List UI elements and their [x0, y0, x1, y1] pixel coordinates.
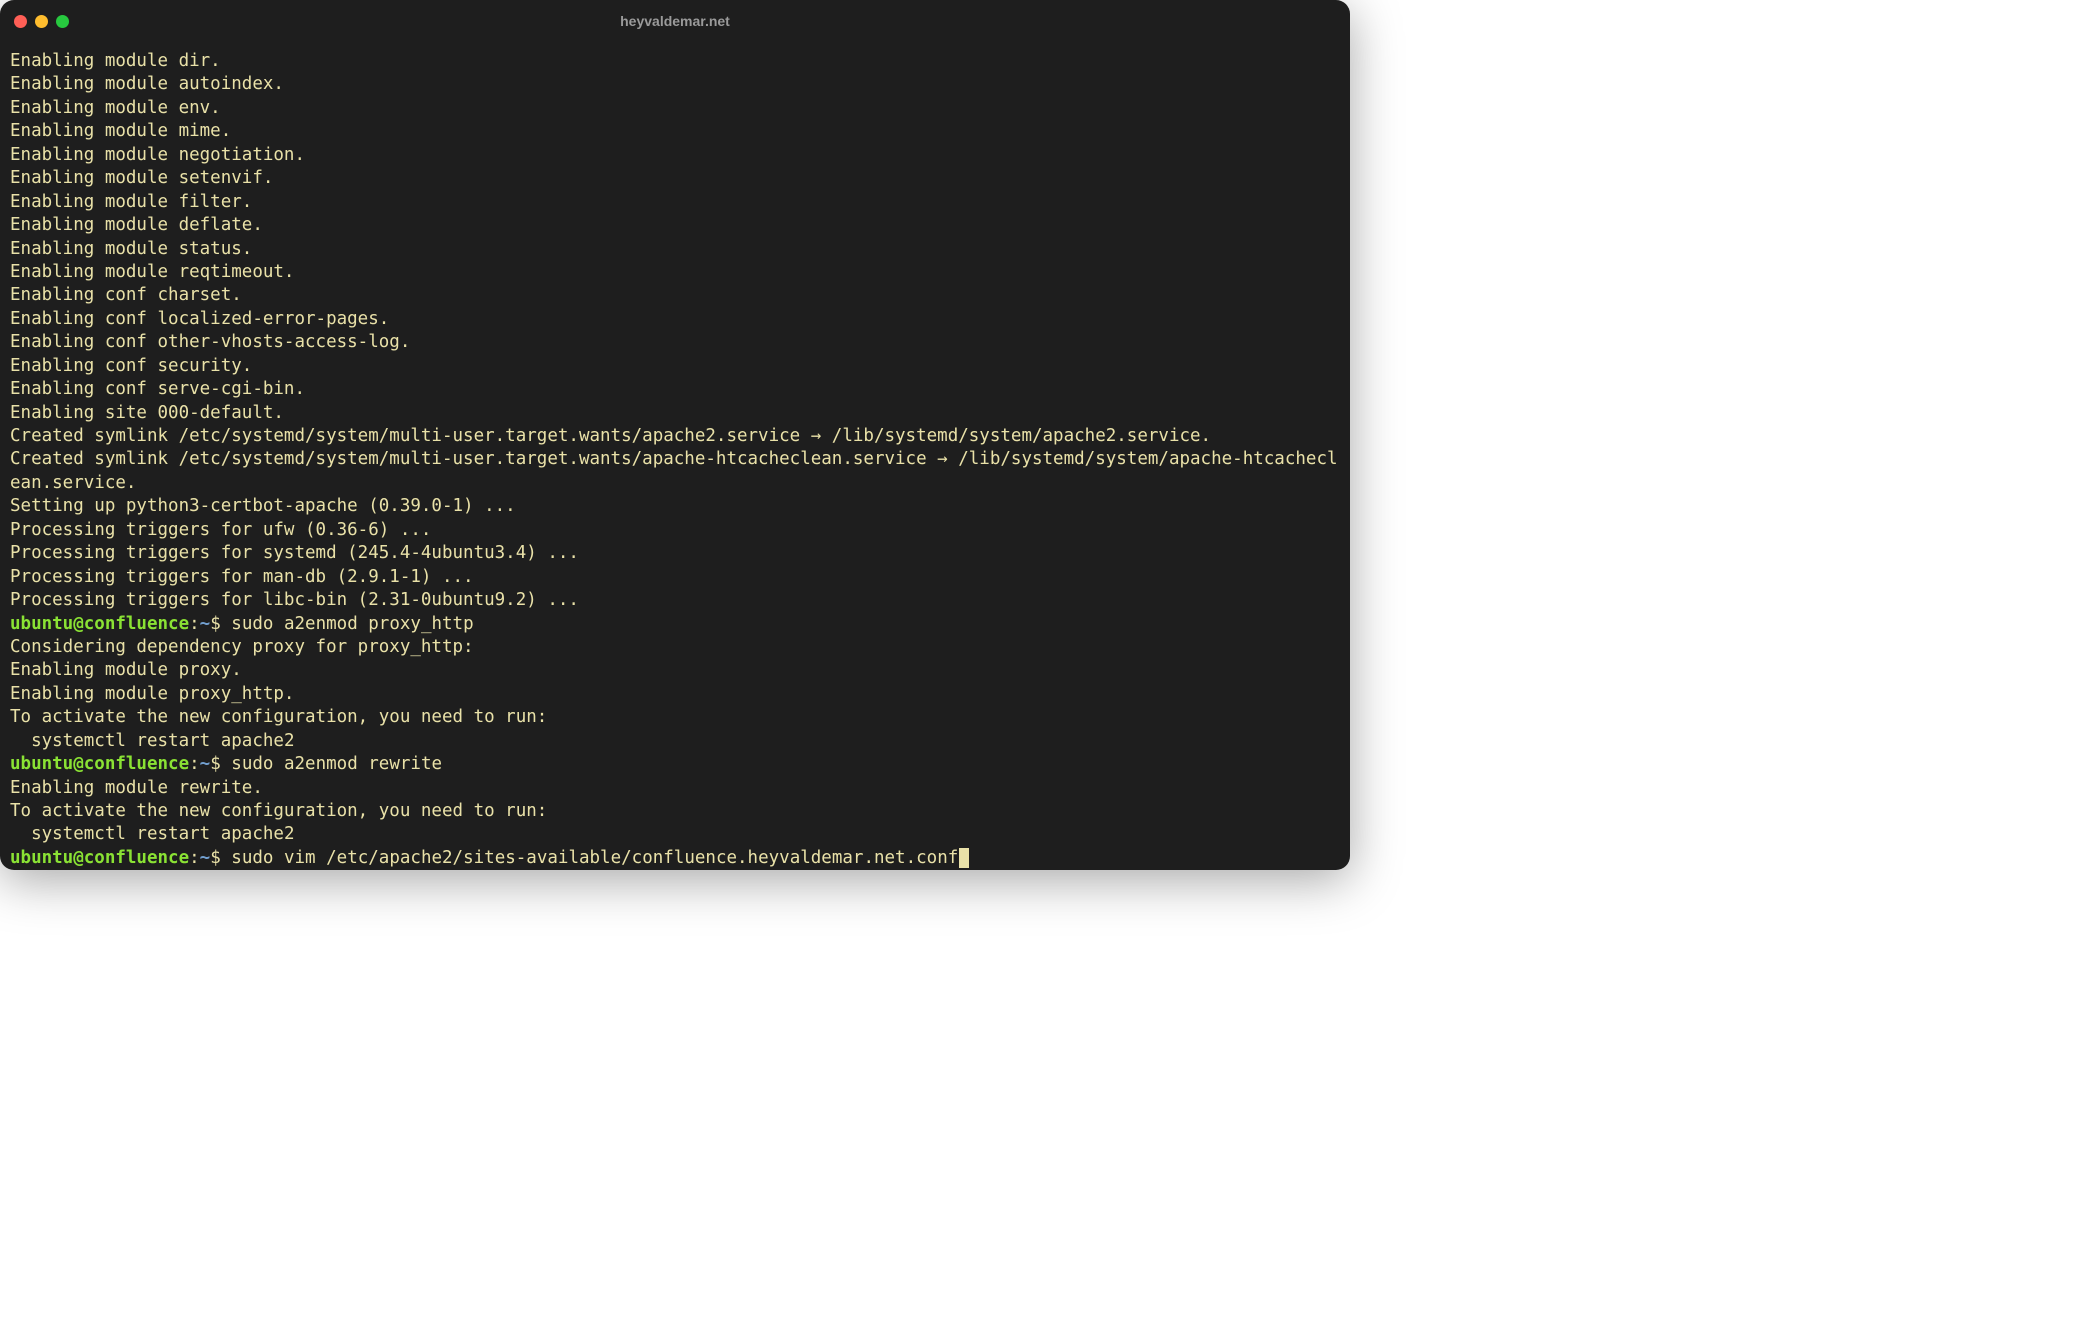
terminal-prompt-line: ubuntu@confluence:~$ sudo a2enmod proxy_…	[10, 613, 1340, 636]
prompt-separator: :	[189, 848, 200, 868]
terminal-cursor	[959, 848, 969, 868]
prompt-separator: :	[189, 754, 200, 774]
terminal-output-line: Enabling module mime.	[10, 120, 1340, 143]
close-icon[interactable]	[14, 15, 27, 28]
terminal-output-line: Processing triggers for systemd (245.4-4…	[10, 542, 1340, 565]
terminal-output-line: Enabling module status.	[10, 238, 1340, 261]
terminal-output-line: Enabling conf other-vhosts-access-log.	[10, 331, 1340, 354]
terminal-output-line: Enabling module env.	[10, 97, 1340, 120]
terminal-output-line: Enabling module dir.	[10, 50, 1340, 73]
prompt-path: ~	[200, 848, 211, 868]
terminal-output-line: Enabling conf security.	[10, 355, 1340, 378]
prompt-user-host: ubuntu@confluence	[10, 754, 189, 774]
terminal-prompt-line: ubuntu@confluence:~$ sudo a2enmod rewrit…	[10, 753, 1340, 776]
terminal-output-line: To activate the new configuration, you n…	[10, 800, 1340, 823]
terminal-output-line: Enabling module rewrite.	[10, 777, 1340, 800]
terminal-output-line: Processing triggers for libc-bin (2.31-0…	[10, 589, 1340, 612]
prompt-separator: :	[189, 614, 200, 634]
window-controls	[14, 15, 69, 28]
prompt-symbol: $	[210, 614, 231, 634]
terminal-prompt-line: ubuntu@confluence:~$ sudo vim /etc/apach…	[10, 847, 1340, 870]
prompt-symbol: $	[210, 754, 231, 774]
terminal-output-line: systemctl restart apache2	[10, 823, 1340, 846]
terminal-output[interactable]: Enabling module dir.Enabling module auto…	[0, 42, 1350, 870]
terminal-output-line: Enabling module reqtimeout.	[10, 261, 1340, 284]
terminal-output-line: Processing triggers for ufw (0.36-6) ...	[10, 519, 1340, 542]
terminal-output-line: Enabling module negotiation.	[10, 144, 1340, 167]
terminal-output-line: Enabling module proxy.	[10, 659, 1340, 682]
terminal-output-line: Enabling conf charset.	[10, 284, 1340, 307]
prompt-path: ~	[200, 754, 211, 774]
command-text: sudo vim /etc/apache2/sites-available/co…	[231, 848, 958, 868]
terminal-output-line: Processing triggers for man-db (2.9.1-1)…	[10, 566, 1340, 589]
minimize-icon[interactable]	[35, 15, 48, 28]
prompt-path: ~	[200, 614, 211, 634]
window-title: heyvaldemar.net	[0, 13, 1350, 29]
terminal-output-line: To activate the new configuration, you n…	[10, 706, 1340, 729]
prompt-user-host: ubuntu@confluence	[10, 614, 189, 634]
prompt-user-host: ubuntu@confluence	[10, 848, 189, 868]
terminal-output-line: Considering dependency proxy for proxy_h…	[10, 636, 1340, 659]
window-titlebar: heyvaldemar.net	[0, 0, 1350, 42]
terminal-output-line: Enabling module proxy_http.	[10, 683, 1340, 706]
terminal-output-line: Enabling module filter.	[10, 191, 1340, 214]
terminal-output-line: Enabling conf localized-error-pages.	[10, 308, 1340, 331]
terminal-output-line: systemctl restart apache2	[10, 730, 1340, 753]
terminal-output-line: Enabling conf serve-cgi-bin.	[10, 378, 1340, 401]
terminal-output-line: Created symlink /etc/systemd/system/mult…	[10, 425, 1340, 448]
command-text: sudo a2enmod rewrite	[231, 754, 442, 774]
prompt-symbol: $	[210, 848, 231, 868]
terminal-window: heyvaldemar.net Enabling module dir.Enab…	[0, 0, 1350, 870]
terminal-output-line: Enabling site 000-default.	[10, 402, 1340, 425]
terminal-output-line: Enabling module setenvif.	[10, 167, 1340, 190]
command-text: sudo a2enmod proxy_http	[231, 614, 473, 634]
terminal-output-line: Created symlink /etc/systemd/system/mult…	[10, 448, 1340, 495]
terminal-output-line: Enabling module deflate.	[10, 214, 1340, 237]
terminal-output-line: Setting up python3-certbot-apache (0.39.…	[10, 495, 1340, 518]
terminal-output-line: Enabling module autoindex.	[10, 73, 1340, 96]
maximize-icon[interactable]	[56, 15, 69, 28]
